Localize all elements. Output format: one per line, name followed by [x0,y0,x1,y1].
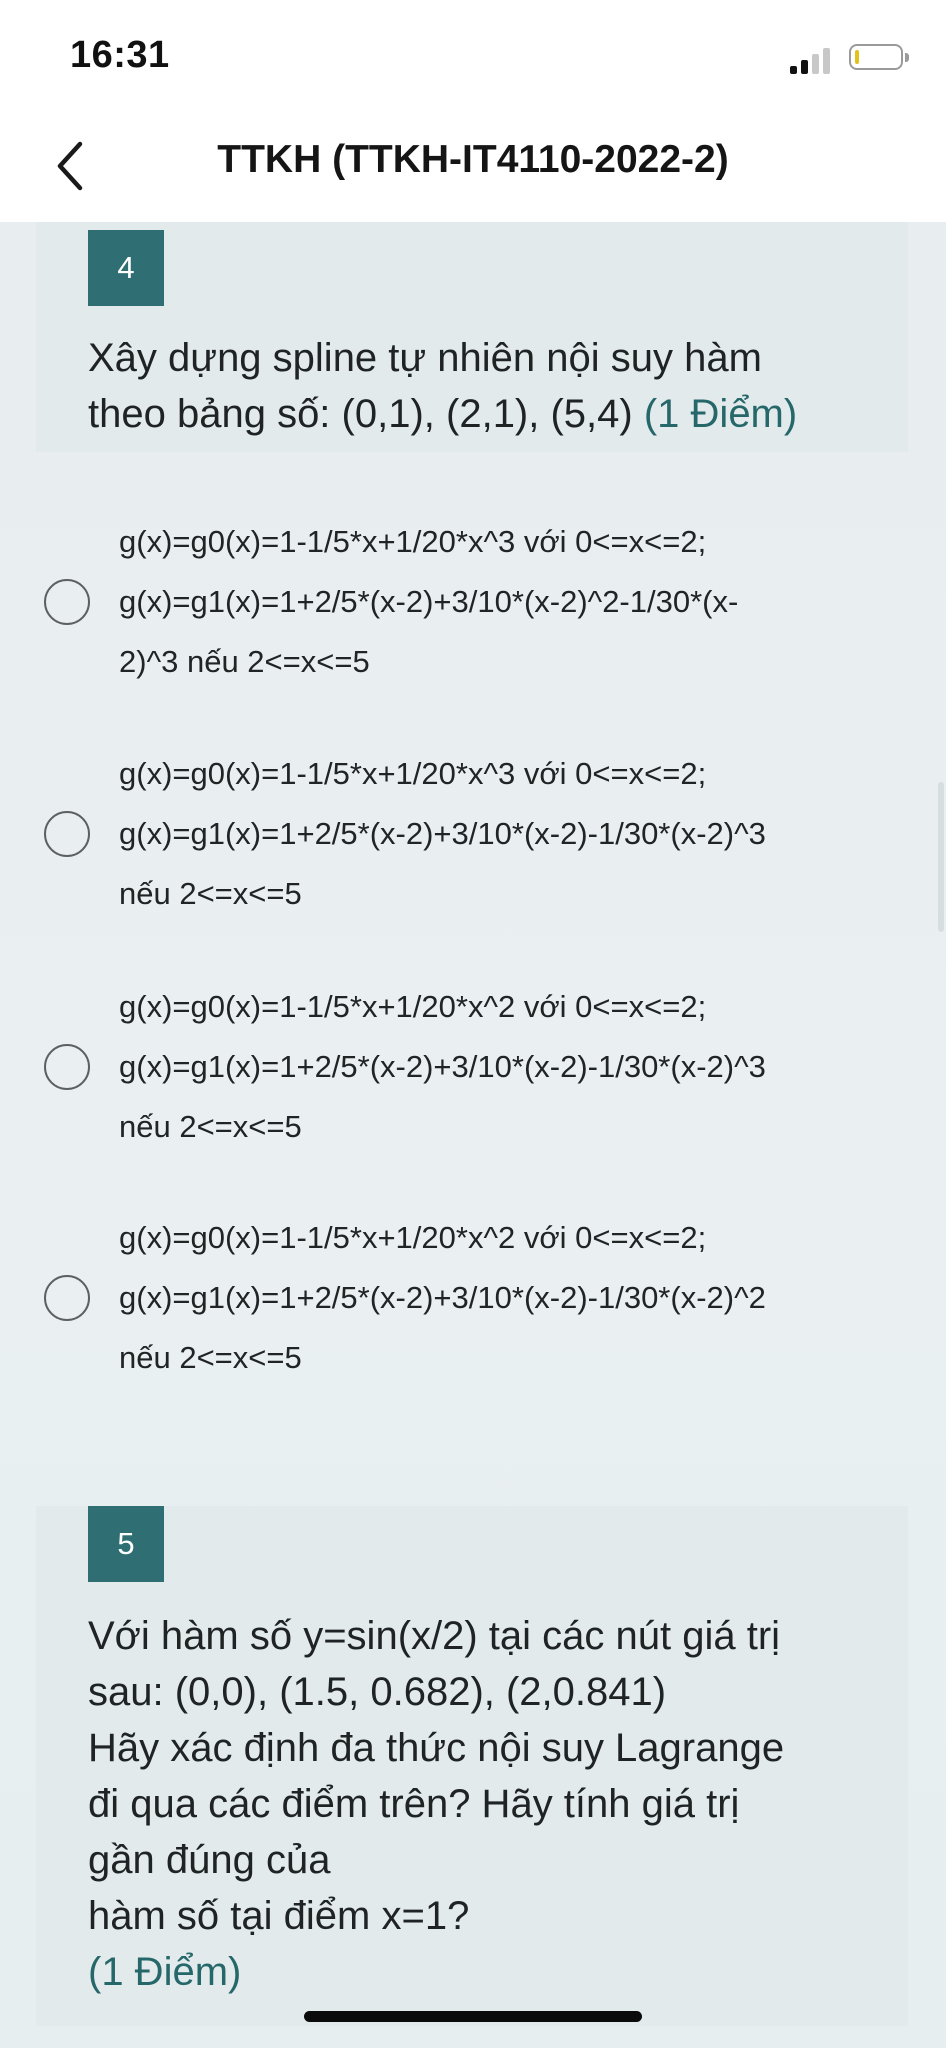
radio-button[interactable] [44,1275,90,1321]
status-bar: 16:31 [0,0,946,110]
quiz-content: 4 Xây dựng spline tự nhiên nội suy hàm t… [0,222,946,2048]
radio-button[interactable] [44,811,90,857]
home-indicator[interactable] [304,2011,642,2022]
question-4-points: (1 Điểm) [643,392,798,436]
answer-option-4[interactable]: g(x)=g0(x)=1-1/5*x+1/20*x^2 với 0<=x<=2;… [40,1208,910,1388]
answer-option-1[interactable]: g(x)=g0(x)=1-1/5*x+1/20*x^3 với 0<=x<=2;… [40,512,910,692]
signal-icon [790,44,834,74]
nav-bar: TTKH (TTKH-IT4110-2022-2) [0,110,946,222]
option-text: g(x)=g0(x)=1-1/5*x+1/20*x^3 với 0<=x<=2;… [119,524,739,679]
radio-button[interactable] [44,1044,90,1090]
question-4-number: 4 [88,230,164,306]
status-time: 16:31 [70,34,170,76]
answer-option-2[interactable]: g(x)=g0(x)=1-1/5*x+1/20*x^3 với 0<=x<=2;… [40,744,910,924]
question-5-number: 5 [88,1506,164,1582]
option-text: g(x)=g0(x)=1-1/5*x+1/20*x^2 với 0<=x<=2;… [119,989,766,1144]
question-4-text: Xây dựng spline tự nhiên nội suy hàm the… [88,336,798,436]
question-5-points: (1 Điểm) [88,1950,242,1994]
battery-icon [849,44,909,70]
page-title: TTKH (TTKH-IT4110-2022-2) [217,138,729,181]
answer-option-3[interactable]: g(x)=g0(x)=1-1/5*x+1/20*x^2 với 0<=x<=2;… [40,977,910,1157]
question-5-text: Với hàm số y=sin(x/2) tại các nút giá tr… [88,1614,785,1994]
scrollbar-thumb[interactable] [938,782,944,932]
option-text: g(x)=g0(x)=1-1/5*x+1/20*x^2 với 0<=x<=2;… [119,1220,766,1375]
option-text: g(x)=g0(x)=1-1/5*x+1/20*x^3 với 0<=x<=2;… [119,756,766,911]
radio-button[interactable] [44,579,90,625]
